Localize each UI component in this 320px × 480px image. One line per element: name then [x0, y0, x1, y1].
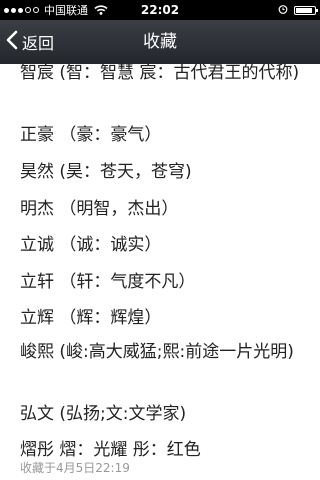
alarm-clock-icon	[278, 3, 288, 17]
page-title: 收藏	[143, 32, 177, 52]
favorite-content[interactable]: 智宸 (智：智慧 宸：古代君王的代称) 正豪 （豪：豪气） 昊然 (昊：苍天，苍…	[0, 64, 320, 480]
status-time: 22:02	[140, 3, 180, 17]
saved-timestamp: 收藏于4月5日22:19	[20, 461, 130, 475]
navigation-bar: 返回 收藏	[0, 20, 320, 64]
status-right	[278, 0, 318, 20]
list-item: 明杰 （明智，杰出）	[20, 199, 179, 219]
screen: 中国联通 22:02 返回 收藏 智宸 (智：智慧 宸：古代君王的代称) 正豪 …	[0, 0, 320, 480]
list-item: 立诚 （诚：诚实）	[20, 235, 162, 255]
list-item: 智宸 (智：智慧 宸：古代君王的代称)	[20, 64, 300, 83]
list-item: 立辉 （辉：辉煌）	[20, 308, 162, 328]
battery-icon	[294, 5, 318, 15]
list-item: 正豪 （豪：豪气）	[20, 125, 162, 145]
list-item: 立轩 （轩：气度不凡）	[20, 272, 196, 292]
list-item: 昊然 (昊：苍天，苍穹)	[20, 162, 192, 182]
battery-level	[296, 7, 313, 13]
list-item: 峻熙 (峻:高大威猛;熙:前途一片光明)	[20, 342, 294, 362]
status-bar: 中国联通 22:02	[0, 0, 320, 20]
list-item: 弘文 (弘扬;文:文学家)	[20, 404, 187, 424]
